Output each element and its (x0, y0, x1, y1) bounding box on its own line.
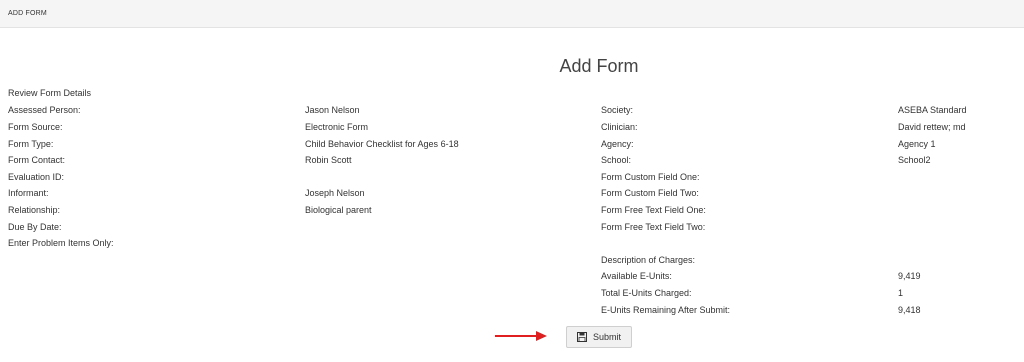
field-label-custom-field-one: Form Custom Field One: (601, 172, 700, 182)
field-label-agency: Agency: (601, 139, 634, 149)
charge-label-available: Available E-Units: (601, 271, 672, 281)
save-icon (576, 332, 587, 342)
field-value-form-contact: Robin Scott (305, 155, 352, 165)
charge-value-available: 9,419 (898, 271, 921, 281)
field-label-society: Society: (601, 105, 634, 115)
field-label-form-type: Form Type: (8, 139, 54, 149)
field-label-school: School: (601, 155, 632, 165)
field-label-custom-field-two: Form Custom Field Two: (601, 188, 699, 198)
field-label-informant: Informant: (8, 188, 49, 198)
field-value-relationship: Biological parent (305, 205, 372, 215)
field-value-form-type: Child Behavior Checklist for Ages 6-18 (305, 139, 459, 149)
charge-value-remaining: 9,418 (898, 305, 921, 315)
field-value-agency: Agency 1 (898, 139, 936, 149)
submit-button-label: Submit (592, 332, 621, 342)
arrow-right-icon (495, 331, 547, 341)
field-value-society: ASEBA Standard (898, 105, 967, 115)
field-label-relationship: Relationship: (8, 205, 61, 215)
charge-label-remaining: E-Units Remaining After Submit: (601, 305, 731, 315)
field-label-form-source: Form Source: (8, 122, 63, 132)
field-value-clinician: David rettew; md (898, 122, 966, 132)
field-label-due-by-date: Due By Date: (8, 222, 62, 232)
field-label-evaluation-id: Evaluation ID: (8, 172, 65, 182)
field-label-problem-items-only: Enter Problem Items Only: (8, 238, 114, 248)
field-label-free-text-field-two: Form Free Text Field Two: (601, 222, 706, 232)
field-value-form-source: Electronic Form (305, 122, 369, 132)
submit-button[interactable]: Submit (566, 326, 632, 348)
top-bar-title: ADD FORM (8, 10, 47, 17)
field-value-school: School2 (898, 155, 931, 165)
field-value-assessed-person: Jason Nelson (305, 105, 360, 115)
field-value-informant: Joseph Nelson (305, 188, 365, 198)
charges-title: Description of Charges: (601, 255, 696, 265)
field-label-assessed-person: Assessed Person: (8, 105, 81, 115)
page-title: Add Form (559, 56, 639, 76)
top-bar: ADD FORM (0, 0, 1024, 28)
charge-value-total-charged: 1 (898, 288, 904, 298)
field-label-clinician: Clinician: (601, 122, 638, 132)
field-label-free-text-field-one: Form Free Text Field One: (601, 205, 706, 215)
charge-label-total-charged: Total E-Units Charged: (601, 288, 692, 298)
section-title: Review Form Details (8, 88, 92, 98)
field-label-form-contact: Form Contact: (8, 155, 66, 165)
